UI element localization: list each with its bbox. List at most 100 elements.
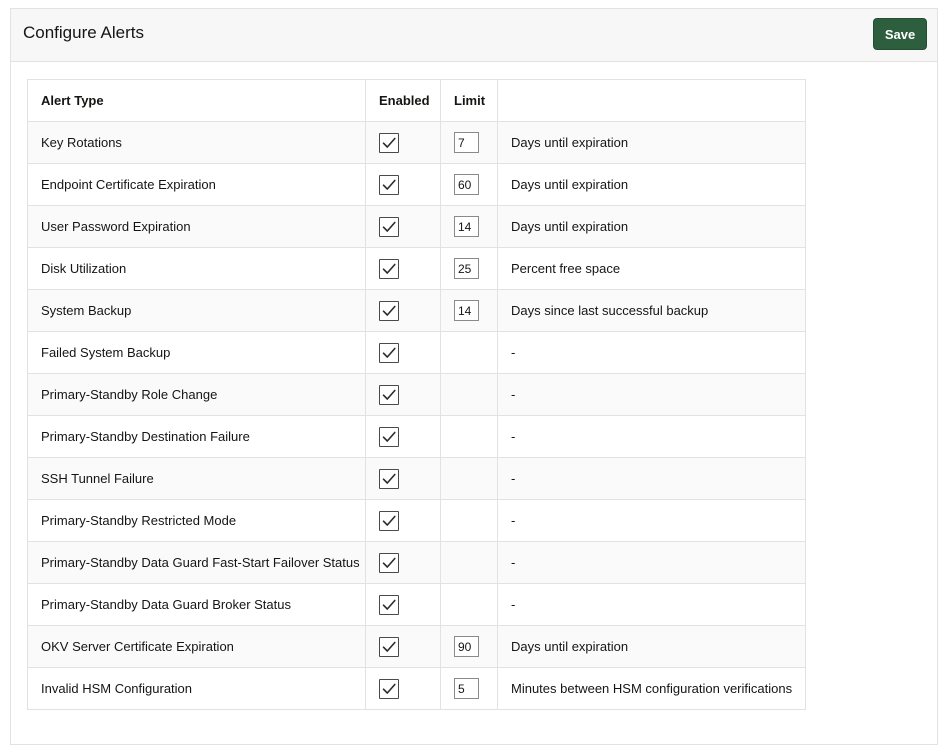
enabled-checkbox[interactable] xyxy=(379,217,399,237)
limit-cell xyxy=(441,500,498,542)
enabled-cell xyxy=(366,626,441,668)
table-row: Failed System Backup- xyxy=(28,332,806,374)
enabled-checkbox[interactable] xyxy=(379,259,399,279)
alert-type-cell: Primary-Standby Role Change xyxy=(28,374,366,416)
enabled-cell xyxy=(366,458,441,500)
limit-cell xyxy=(441,332,498,374)
enabled-checkbox[interactable] xyxy=(379,175,399,195)
enabled-checkbox[interactable] xyxy=(379,343,399,363)
alert-type-cell: Key Rotations xyxy=(28,122,366,164)
limit-description-cell: Days until expiration xyxy=(498,164,806,206)
limit-description-cell: - xyxy=(498,584,806,626)
alerts-table: Alert Type Enabled Limit Key Rotations Da… xyxy=(27,79,806,710)
checkmark-icon xyxy=(381,681,397,697)
checkmark-icon xyxy=(381,597,397,613)
column-header-enabled: Enabled xyxy=(366,80,441,122)
enabled-checkbox[interactable] xyxy=(379,511,399,531)
alert-type-cell: Failed System Backup xyxy=(28,332,366,374)
enabled-checkbox[interactable] xyxy=(379,637,399,657)
enabled-checkbox[interactable] xyxy=(379,301,399,321)
limit-input[interactable] xyxy=(454,678,479,699)
alert-type-cell: Disk Utilization xyxy=(28,248,366,290)
limit-description-cell: Days since last successful backup xyxy=(498,290,806,332)
enabled-cell xyxy=(366,500,441,542)
table-row: OKV Server Certificate ExpirationDays un… xyxy=(28,626,806,668)
limit-cell xyxy=(441,206,498,248)
checkmark-icon xyxy=(381,555,397,571)
checkmark-icon xyxy=(381,429,397,445)
table-row: System Backup Days since last successful … xyxy=(28,290,806,332)
checkmark-icon xyxy=(381,177,397,193)
enabled-cell xyxy=(366,584,441,626)
alert-type-cell: Primary-Standby Data Guard Fast-Start Fa… xyxy=(28,542,366,584)
enabled-checkbox[interactable] xyxy=(379,553,399,573)
enabled-checkbox[interactable] xyxy=(379,595,399,615)
limit-description-cell: - xyxy=(498,458,806,500)
column-header-alert-type: Alert Type xyxy=(28,80,366,122)
table-row: User Password ExpirationDays until expir… xyxy=(28,206,806,248)
alerts-table-body: Key Rotations Days until expiration Endpoi… xyxy=(28,122,806,710)
limit-input[interactable] xyxy=(454,258,479,279)
table-row: Primary-Standby Data Guard Fast-Start Fa… xyxy=(28,542,806,584)
table-row: Primary-Standby Data Guard Broker Status… xyxy=(28,584,806,626)
limit-input[interactable] xyxy=(454,636,479,657)
limit-cell xyxy=(441,584,498,626)
enabled-cell xyxy=(366,206,441,248)
limit-description-cell: - xyxy=(498,542,806,584)
enabled-cell xyxy=(366,122,441,164)
enabled-checkbox[interactable] xyxy=(379,427,399,447)
save-button[interactable]: Save xyxy=(873,18,927,50)
table-header-row: Alert Type Enabled Limit xyxy=(28,80,806,122)
limit-input[interactable] xyxy=(454,174,479,195)
alert-type-cell: System Backup xyxy=(28,290,366,332)
limit-cell xyxy=(441,122,498,164)
limit-cell xyxy=(441,374,498,416)
checkmark-icon xyxy=(381,219,397,235)
table-row: SSH Tunnel Failure - xyxy=(28,458,806,500)
panel-header: Configure Alerts Save xyxy=(11,9,937,62)
column-header-description xyxy=(498,80,806,122)
checkmark-icon xyxy=(381,387,397,403)
limit-input[interactable] xyxy=(454,132,479,153)
table-row: Invalid HSM ConfigurationMinutes between… xyxy=(28,668,806,710)
limit-description-cell: Days until expiration xyxy=(498,122,806,164)
limit-cell xyxy=(441,626,498,668)
alert-type-cell: Primary-Standby Destination Failure xyxy=(28,416,366,458)
enabled-cell xyxy=(366,164,441,206)
alert-type-cell: Invalid HSM Configuration xyxy=(28,668,366,710)
alert-type-cell: Primary-Standby Restricted Mode xyxy=(28,500,366,542)
limit-cell xyxy=(441,668,498,710)
enabled-checkbox[interactable] xyxy=(379,469,399,489)
enabled-checkbox[interactable] xyxy=(379,385,399,405)
limit-description-cell: - xyxy=(498,374,806,416)
limit-description-cell: - xyxy=(498,500,806,542)
enabled-cell xyxy=(366,332,441,374)
enabled-cell xyxy=(366,290,441,332)
limit-cell xyxy=(441,416,498,458)
enabled-cell xyxy=(366,416,441,458)
table-row: Primary-Standby Role Change - xyxy=(28,374,806,416)
checkmark-icon xyxy=(381,303,397,319)
enabled-checkbox[interactable] xyxy=(379,133,399,153)
table-row: Key Rotations Days until expiration xyxy=(28,122,806,164)
alert-type-cell: Endpoint Certificate Expiration xyxy=(28,164,366,206)
alert-type-cell: User Password Expiration xyxy=(28,206,366,248)
enabled-cell xyxy=(366,248,441,290)
enabled-checkbox[interactable] xyxy=(379,679,399,699)
table-row: Disk UtilizationPercent free space xyxy=(28,248,806,290)
checkmark-icon xyxy=(381,513,397,529)
checkmark-icon xyxy=(381,135,397,151)
alert-type-cell: Primary-Standby Data Guard Broker Status xyxy=(28,584,366,626)
enabled-cell xyxy=(366,374,441,416)
enabled-cell xyxy=(366,542,441,584)
limit-cell xyxy=(441,542,498,584)
checkmark-icon xyxy=(381,261,397,277)
alert-type-cell: SSH Tunnel Failure xyxy=(28,458,366,500)
table-row: Primary-Standby Restricted Mode - xyxy=(28,500,806,542)
limit-cell xyxy=(441,458,498,500)
enabled-cell xyxy=(366,668,441,710)
limit-input[interactable] xyxy=(454,300,479,321)
limit-input[interactable] xyxy=(454,216,479,237)
configure-alerts-panel: Configure Alerts Save Alert Type Enabled… xyxy=(10,8,938,745)
limit-description-cell: - xyxy=(498,416,806,458)
